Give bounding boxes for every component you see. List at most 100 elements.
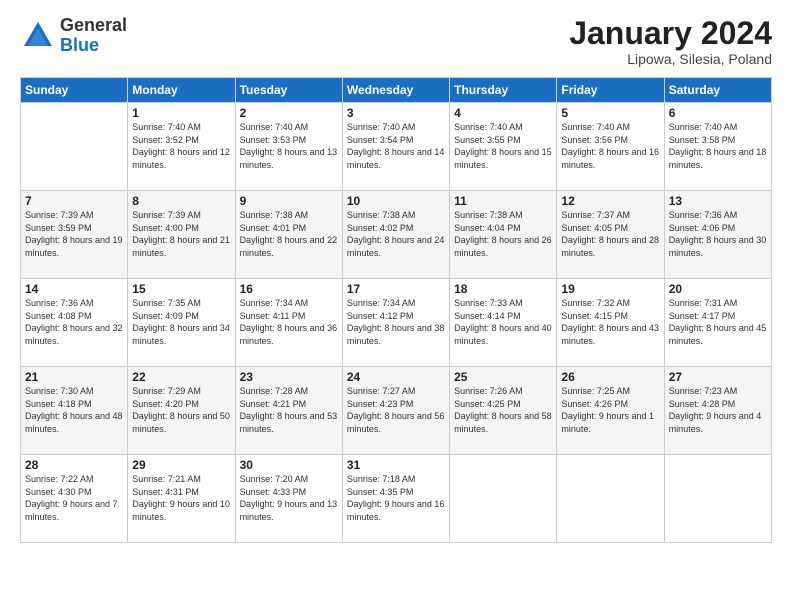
day-info: Sunrise: 7:26 AMSunset: 4:25 PMDaylight:… <box>454 385 552 435</box>
day-info: Sunrise: 7:40 AMSunset: 3:58 PMDaylight:… <box>669 121 767 171</box>
location-subtitle: Lipowa, Silesia, Poland <box>569 51 772 67</box>
sunrise-text: Sunrise: 7:35 AM <box>132 297 230 310</box>
sunrise-text: Sunrise: 7:36 AM <box>669 209 767 222</box>
daylight-text: Daylight: 8 hours and 43 minutes. <box>561 322 659 347</box>
sunrise-text: Sunrise: 7:40 AM <box>132 121 230 134</box>
daylight-text: Daylight: 8 hours and 58 minutes. <box>454 410 552 435</box>
daylight-text: Daylight: 8 hours and 28 minutes. <box>561 234 659 259</box>
daylight-text: Daylight: 8 hours and 38 minutes. <box>347 322 445 347</box>
day-info: Sunrise: 7:27 AMSunset: 4:23 PMDaylight:… <box>347 385 445 435</box>
sunset-text: Sunset: 4:25 PM <box>454 398 552 411</box>
day-info: Sunrise: 7:33 AMSunset: 4:14 PMDaylight:… <box>454 297 552 347</box>
sunset-text: Sunset: 4:33 PM <box>240 486 338 499</box>
day-cell: 25Sunrise: 7:26 AMSunset: 4:25 PMDayligh… <box>450 367 557 455</box>
daylight-text: Daylight: 8 hours and 48 minutes. <box>25 410 123 435</box>
day-cell: 9Sunrise: 7:38 AMSunset: 4:01 PMDaylight… <box>235 191 342 279</box>
day-info: Sunrise: 7:18 AMSunset: 4:35 PMDaylight:… <box>347 473 445 523</box>
day-cell: 14Sunrise: 7:36 AMSunset: 4:08 PMDayligh… <box>21 279 128 367</box>
day-cell: 23Sunrise: 7:28 AMSunset: 4:21 PMDayligh… <box>235 367 342 455</box>
sunrise-text: Sunrise: 7:37 AM <box>561 209 659 222</box>
day-cell: 20Sunrise: 7:31 AMSunset: 4:17 PMDayligh… <box>664 279 771 367</box>
day-cell: 8Sunrise: 7:39 AMSunset: 4:00 PMDaylight… <box>128 191 235 279</box>
day-cell: 26Sunrise: 7:25 AMSunset: 4:26 PMDayligh… <box>557 367 664 455</box>
day-info: Sunrise: 7:39 AMSunset: 4:00 PMDaylight:… <box>132 209 230 259</box>
sunset-text: Sunset: 3:56 PM <box>561 134 659 147</box>
day-cell: 21Sunrise: 7:30 AMSunset: 4:18 PMDayligh… <box>21 367 128 455</box>
week-row-5: 28Sunrise: 7:22 AMSunset: 4:30 PMDayligh… <box>21 455 772 543</box>
sunset-text: Sunset: 4:26 PM <box>561 398 659 411</box>
day-info: Sunrise: 7:35 AMSunset: 4:09 PMDaylight:… <box>132 297 230 347</box>
header-row: Sunday Monday Tuesday Wednesday Thursday… <box>21 78 772 103</box>
day-number: 15 <box>132 282 230 296</box>
sunrise-text: Sunrise: 7:30 AM <box>25 385 123 398</box>
day-info: Sunrise: 7:30 AMSunset: 4:18 PMDaylight:… <box>25 385 123 435</box>
day-number: 17 <box>347 282 445 296</box>
day-info: Sunrise: 7:23 AMSunset: 4:28 PMDaylight:… <box>669 385 767 435</box>
daylight-text: Daylight: 8 hours and 19 minutes. <box>25 234 123 259</box>
day-info: Sunrise: 7:40 AMSunset: 3:52 PMDaylight:… <box>132 121 230 171</box>
day-number: 25 <box>454 370 552 384</box>
day-cell: 7Sunrise: 7:39 AMSunset: 3:59 PMDaylight… <box>21 191 128 279</box>
title-block: January 2024 Lipowa, Silesia, Poland <box>569 16 772 67</box>
sunrise-text: Sunrise: 7:34 AM <box>240 297 338 310</box>
sunrise-text: Sunrise: 7:20 AM <box>240 473 338 486</box>
day-info: Sunrise: 7:21 AMSunset: 4:31 PMDaylight:… <box>132 473 230 523</box>
day-info: Sunrise: 7:39 AMSunset: 3:59 PMDaylight:… <box>25 209 123 259</box>
day-number: 16 <box>240 282 338 296</box>
logo-blue: Blue <box>60 36 127 56</box>
sunset-text: Sunset: 4:04 PM <box>454 222 552 235</box>
logo-text: General Blue <box>60 16 127 56</box>
sunrise-text: Sunrise: 7:34 AM <box>347 297 445 310</box>
daylight-text: Daylight: 8 hours and 15 minutes. <box>454 146 552 171</box>
sunset-text: Sunset: 4:21 PM <box>240 398 338 411</box>
sunrise-text: Sunrise: 7:39 AM <box>25 209 123 222</box>
sunset-text: Sunset: 4:06 PM <box>669 222 767 235</box>
daylight-text: Daylight: 8 hours and 16 minutes. <box>561 146 659 171</box>
sunset-text: Sunset: 4:18 PM <box>25 398 123 411</box>
sunset-text: Sunset: 3:53 PM <box>240 134 338 147</box>
day-info: Sunrise: 7:31 AMSunset: 4:17 PMDaylight:… <box>669 297 767 347</box>
day-cell: 15Sunrise: 7:35 AMSunset: 4:09 PMDayligh… <box>128 279 235 367</box>
day-cell: 4Sunrise: 7:40 AMSunset: 3:55 PMDaylight… <box>450 103 557 191</box>
daylight-text: Daylight: 9 hours and 16 minutes. <box>347 498 445 523</box>
day-info: Sunrise: 7:36 AMSunset: 4:08 PMDaylight:… <box>25 297 123 347</box>
sunset-text: Sunset: 4:00 PM <box>132 222 230 235</box>
day-cell <box>450 455 557 543</box>
sunset-text: Sunset: 4:20 PM <box>132 398 230 411</box>
sunrise-text: Sunrise: 7:21 AM <box>132 473 230 486</box>
sunrise-text: Sunrise: 7:18 AM <box>347 473 445 486</box>
day-cell: 12Sunrise: 7:37 AMSunset: 4:05 PMDayligh… <box>557 191 664 279</box>
sunrise-text: Sunrise: 7:29 AM <box>132 385 230 398</box>
daylight-text: Daylight: 8 hours and 30 minutes. <box>669 234 767 259</box>
sunrise-text: Sunrise: 7:40 AM <box>561 121 659 134</box>
day-number: 24 <box>347 370 445 384</box>
sunset-text: Sunset: 4:02 PM <box>347 222 445 235</box>
daylight-text: Daylight: 8 hours and 40 minutes. <box>454 322 552 347</box>
sunset-text: Sunset: 4:14 PM <box>454 310 552 323</box>
day-info: Sunrise: 7:25 AMSunset: 4:26 PMDaylight:… <box>561 385 659 435</box>
day-number: 11 <box>454 194 552 208</box>
day-cell: 2Sunrise: 7:40 AMSunset: 3:53 PMDaylight… <box>235 103 342 191</box>
sunset-text: Sunset: 4:28 PM <box>669 398 767 411</box>
day-number: 27 <box>669 370 767 384</box>
day-cell: 3Sunrise: 7:40 AMSunset: 3:54 PMDaylight… <box>342 103 449 191</box>
sunrise-text: Sunrise: 7:40 AM <box>454 121 552 134</box>
daylight-text: Daylight: 8 hours and 34 minutes. <box>132 322 230 347</box>
day-cell: 16Sunrise: 7:34 AMSunset: 4:11 PMDayligh… <box>235 279 342 367</box>
sunrise-text: Sunrise: 7:40 AM <box>347 121 445 134</box>
sunset-text: Sunset: 4:23 PM <box>347 398 445 411</box>
day-number: 14 <box>25 282 123 296</box>
col-thursday: Thursday <box>450 78 557 103</box>
sunrise-text: Sunrise: 7:33 AM <box>454 297 552 310</box>
day-info: Sunrise: 7:40 AMSunset: 3:55 PMDaylight:… <box>454 121 552 171</box>
day-info: Sunrise: 7:28 AMSunset: 4:21 PMDaylight:… <box>240 385 338 435</box>
day-info: Sunrise: 7:40 AMSunset: 3:53 PMDaylight:… <box>240 121 338 171</box>
daylight-text: Daylight: 9 hours and 4 minutes. <box>669 410 767 435</box>
day-cell: 28Sunrise: 7:22 AMSunset: 4:30 PMDayligh… <box>21 455 128 543</box>
daylight-text: Daylight: 8 hours and 12 minutes. <box>132 146 230 171</box>
day-info: Sunrise: 7:38 AMSunset: 4:01 PMDaylight:… <box>240 209 338 259</box>
sunrise-text: Sunrise: 7:40 AM <box>240 121 338 134</box>
day-number: 5 <box>561 106 659 120</box>
sunrise-text: Sunrise: 7:22 AM <box>25 473 123 486</box>
sunset-text: Sunset: 4:30 PM <box>25 486 123 499</box>
